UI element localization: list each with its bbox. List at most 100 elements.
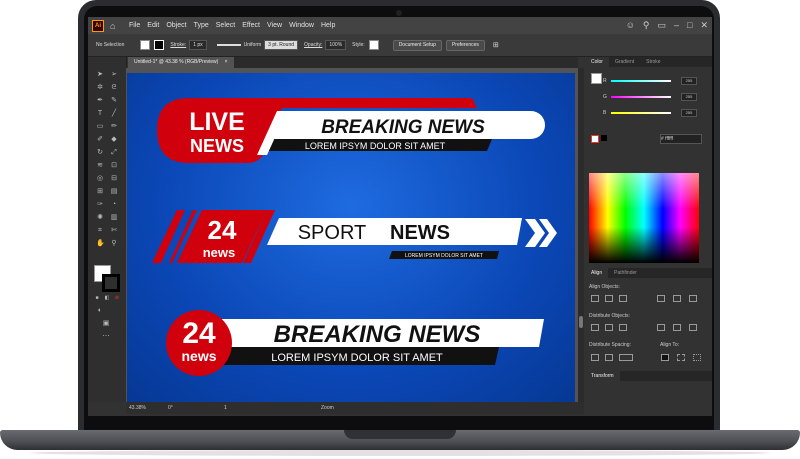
stroke-weight-field[interactable]: 1 px (189, 40, 207, 50)
tab-transform[interactable]: Transform (585, 371, 620, 381)
slice-tool-icon[interactable]: ✄ (110, 227, 118, 235)
shape-builder-icon[interactable]: ◎ (96, 175, 104, 183)
align-to-key-icon[interactable] (677, 354, 685, 361)
color-spectrum[interactable] (589, 173, 699, 263)
align-bottom-icon[interactable] (689, 295, 697, 302)
curvature-tool-icon[interactable]: ✎ (110, 97, 118, 105)
blue-slider[interactable]: B 255 (603, 109, 703, 117)
green-slider[interactable]: G 255 (603, 93, 703, 101)
menu-file[interactable]: File (129, 22, 140, 29)
workspace-icon[interactable]: ▭ (657, 20, 666, 31)
color-mode-icon[interactable]: ■ (93, 294, 101, 302)
zoom-level[interactable]: 43.38% (129, 405, 146, 411)
menu-help[interactable]: Help (321, 22, 335, 29)
hand-tool-icon[interactable]: ✋ (96, 240, 105, 248)
distribute-bottom-icon[interactable] (619, 324, 627, 331)
type-tool-icon[interactable]: T (96, 110, 104, 118)
black-swatch[interactable] (601, 135, 607, 141)
line-tool-icon[interactable]: ╱ (110, 110, 118, 118)
search-icon[interactable]: ⚲ (643, 20, 650, 31)
preferences-button[interactable]: Preferences (445, 39, 485, 51)
distribute-center-h-icon[interactable] (673, 324, 681, 331)
align-center-h-icon[interactable] (605, 295, 613, 302)
perspective-grid-icon[interactable]: ⊟ (110, 175, 118, 183)
gradient-tool-icon[interactable]: ▤ (110, 188, 118, 196)
menu-window[interactable]: Window (289, 22, 314, 29)
tab-color[interactable]: Color (585, 57, 609, 67)
zoom-tool-icon[interactable]: ⚲ (110, 240, 118, 248)
mesh-tool-icon[interactable]: ⊞ (96, 188, 104, 196)
selection-tool-icon[interactable]: ➤ (96, 71, 104, 79)
none-swatch[interactable] (591, 135, 599, 143)
opacity-label[interactable]: Opacity: (304, 42, 322, 48)
magic-wand-icon[interactable]: ✲ (96, 84, 104, 92)
eraser-icon[interactable]: ◆ (110, 136, 118, 144)
hex-field[interactable]: # ffffff (660, 134, 702, 144)
gradient-mode-icon[interactable]: ◧ (103, 294, 111, 302)
green-value[interactable]: 255 (681, 93, 697, 101)
minimize-icon[interactable]: – (674, 20, 679, 31)
menu-view[interactable]: View (267, 22, 282, 29)
pen-tool-icon[interactable]: ✒ (96, 97, 104, 105)
banner-live-breaking[interactable]: LIVE NEWS BREAKING NEWS LOREM IPSYM DOLO… (157, 98, 545, 163)
align-center-v-icon[interactable] (673, 295, 681, 302)
tab-stroke[interactable]: Stroke (640, 57, 666, 67)
rotate-tool-icon[interactable]: ↻ (96, 149, 104, 157)
canvas-area[interactable]: LIVE NEWS BREAKING NEWS LOREM IPSYM DOLO… (126, 68, 578, 402)
distribute-right-icon[interactable] (689, 324, 697, 331)
symbol-sprayer-icon[interactable]: ✺ (96, 214, 104, 222)
stroke-profile[interactable]: Uniform (244, 42, 262, 48)
banner-24-breaking[interactable]: 24 news BREAKING NEWS LOREM IPSYM DOLOR … (166, 310, 544, 376)
stroke-label[interactable]: Stroke: (170, 42, 186, 48)
artboard-tool-icon[interactable]: ⌗ (96, 227, 104, 235)
eyedropper-icon[interactable]: ✑ (96, 201, 104, 209)
rotation-field[interactable]: 0° (168, 405, 173, 411)
tab-pathfinder[interactable]: Pathfinder (608, 268, 643, 278)
red-slider[interactable]: R 255 (603, 77, 703, 85)
none-mode-icon[interactable]: ⊘ (113, 294, 121, 302)
align-left-icon[interactable] (591, 295, 599, 302)
align-to-artboard-icon[interactable] (693, 354, 701, 361)
tab-gradient[interactable]: Gradient (609, 57, 640, 67)
red-value[interactable]: 255 (681, 77, 697, 85)
spacing-value-field[interactable] (619, 354, 633, 361)
distribute-spacing-h-icon[interactable] (605, 354, 613, 361)
rectangle-tool-icon[interactable]: ▭ (96, 123, 104, 131)
arrange-icon[interactable]: ⊞ (493, 41, 499, 49)
more-tools-icon[interactable]: ⋯ (102, 333, 110, 341)
scrollbar-thumb[interactable] (579, 316, 583, 328)
screen-mode-icon[interactable]: ▣ (102, 320, 110, 328)
align-top-icon[interactable] (657, 295, 665, 302)
free-transform-icon[interactable]: ⊡ (110, 162, 118, 170)
lasso-icon[interactable]: ᘓ (110, 84, 118, 92)
stroke-swatch[interactable] (102, 274, 120, 292)
stroke-color-swatch[interactable] (154, 40, 165, 50)
fill-color-swatch[interactable] (140, 40, 151, 50)
scale-tool-icon[interactable]: ⤢ (110, 149, 118, 157)
distribute-spacing-v-icon[interactable] (591, 354, 599, 361)
menu-type[interactable]: Type (194, 22, 209, 29)
menu-object[interactable]: Object (166, 22, 186, 29)
paintbrush-icon[interactable]: ✏ (110, 123, 118, 131)
width-tool-icon[interactable]: ≋ (96, 162, 104, 170)
close-icon[interactable]: ✕ (700, 20, 708, 31)
close-tab-icon[interactable]: × (225, 59, 228, 65)
vertical-scrollbar[interactable] (578, 68, 584, 402)
document-setup-button[interactable]: Document Setup (392, 39, 442, 51)
menu-edit[interactable]: Edit (147, 22, 159, 29)
color-fill-swatch[interactable] (591, 73, 602, 84)
brush-definition[interactable]: 3 pt. Round (264, 40, 299, 50)
style-swatch[interactable] (368, 40, 379, 50)
menu-select[interactable]: Select (216, 22, 235, 29)
draw-mode-icon[interactable]: ◐ (96, 307, 104, 315)
distribute-left-icon[interactable] (657, 324, 665, 331)
blue-value[interactable]: 255 (681, 109, 697, 117)
shaper-tool-icon[interactable]: ✐ (96, 136, 104, 144)
distribute-top-icon[interactable] (591, 324, 599, 331)
tab-align[interactable]: Align (585, 268, 609, 278)
maximize-icon[interactable]: □ (687, 20, 692, 31)
align-to-selection-icon[interactable] (661, 354, 669, 361)
banner-sport-news[interactable]: 24 news SPORT NEWS LOREM IPSYM DOLOR SIT… (152, 210, 557, 263)
menu-effect[interactable]: Effect (242, 22, 260, 29)
opacity-field[interactable]: 100% (325, 40, 347, 50)
